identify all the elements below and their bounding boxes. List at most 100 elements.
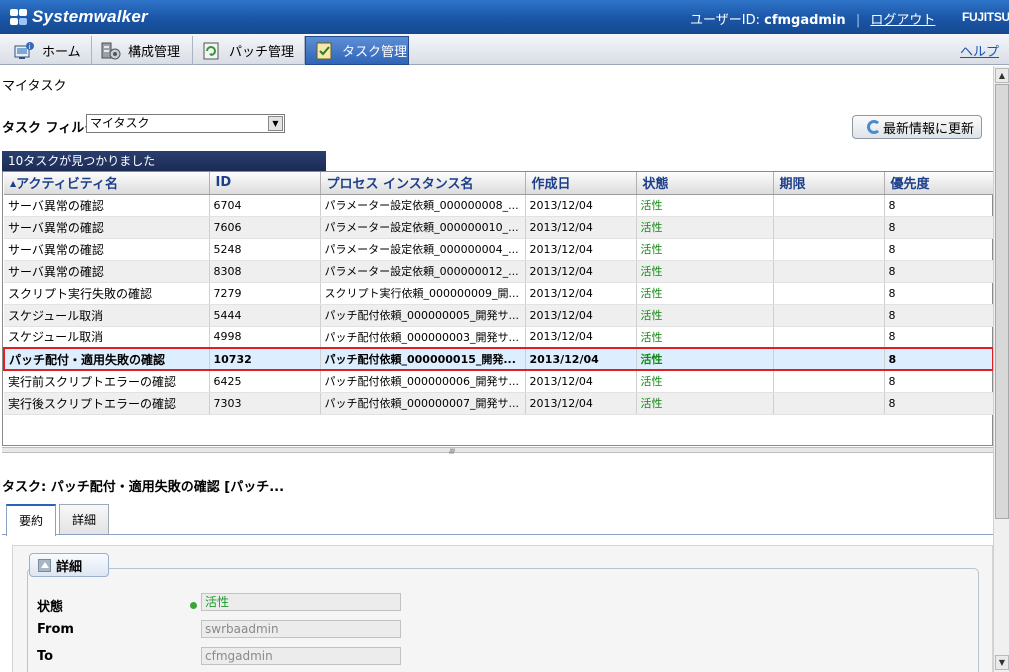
column-header-activity[interactable]: ▲アクティビティ名 <box>4 172 210 195</box>
cell-process: パッチ配付依頼_000000015_開発... <box>320 347 526 371</box>
tab-summary[interactable]: 要約 <box>6 504 56 536</box>
column-header-priority[interactable]: 優先度 <box>884 172 993 195</box>
svg-text:i: i <box>29 43 31 51</box>
cell-id: 7303 <box>209 392 321 415</box>
cell-activity: サーバ異常の確認 <box>4 194 210 217</box>
cell-created: 2013/12/04 <box>525 282 637 305</box>
cell-created: 2013/12/04 <box>525 304 637 327</box>
field-value-from: swrbaadmin <box>201 620 401 638</box>
status-text: 活性 <box>640 199 663 212</box>
divider: | <box>855 13 861 28</box>
cell-process: パラメーター設定依頼_000000012_... <box>320 260 526 283</box>
refresh-button[interactable]: 最新情報に更新 <box>852 115 982 139</box>
detail-fieldset <box>27 568 979 672</box>
table-row[interactable]: パッチ配付・適用失敗の確認 10732 パッチ配付依頼_000000015_開発..… <box>3 347 993 371</box>
cell-status: 活性 <box>636 282 774 305</box>
cell-process: パッチ配付依頼_000000005_開発サ... <box>320 304 526 327</box>
cell-created: 2013/12/04 <box>525 260 637 283</box>
main-content: マイタスク タスク フィルタ マイタスク ▼ 最新情報に更新 10タスクが見つか… <box>0 66 993 672</box>
tab-details[interactable]: 詳細 <box>59 504 109 535</box>
column-header-status[interactable]: 状態 <box>636 172 774 195</box>
cell-created: 2013/12/04 <box>525 326 637 349</box>
tab-task-management[interactable]: タスク管理 <box>305 36 409 65</box>
table-row[interactable]: 実行前スクリプトエラーの確認 6425 パッチ配付依頼_000000006_開発サ.… <box>4 370 993 393</box>
refresh-icon <box>867 120 881 134</box>
cell-status: 活性 <box>636 370 774 393</box>
tab-home-label: ホーム <box>42 45 81 60</box>
scroll-up-icon[interactable]: ▲ <box>995 68 1009 83</box>
cell-process: パッチ配付依頼_000000007_開発サ... <box>320 392 526 415</box>
cell-activity: スケジュール取消 <box>4 304 210 327</box>
cell-status: 活性 <box>636 260 774 283</box>
home-icon: i <box>14 41 36 61</box>
tab-configuration-label: 構成管理 <box>128 45 181 60</box>
cell-id: 4998 <box>209 326 321 349</box>
cell-id: 5248 <box>209 238 321 261</box>
cell-due <box>773 238 885 261</box>
help-link[interactable]: ヘルプ <box>960 41 999 60</box>
cell-activity: サーバ異常の確認 <box>4 216 210 239</box>
main-nav: i ホーム 構成管理 パッチ管理 タスク管理 <box>0 34 1009 65</box>
field-label-from: From <box>37 622 74 637</box>
cell-id: 8308 <box>209 260 321 283</box>
status-text: 活性 <box>640 265 663 278</box>
scrollbar-thumb[interactable] <box>995 84 1009 519</box>
tab-patch[interactable]: パッチ管理 <box>193 36 305 65</box>
table-header-row: ▲アクティビティ名 ID プロセス インスタンス名 作成日 状態 期限 優先度 <box>4 172 993 195</box>
field-value-to: cfmgadmin <box>201 647 401 665</box>
column-header-process[interactable]: プロセス インスタンス名 <box>320 172 526 195</box>
cell-created: 2013/12/04 <box>525 216 637 239</box>
task-count-banner: 10タスクが見つかりました <box>2 151 326 171</box>
detail-panel-body: 詳細 状態 活性 From swrbaadmin To cfmgadmin 日付 <box>12 545 993 672</box>
scroll-down-icon[interactable]: ▼ <box>995 655 1009 670</box>
tab-configuration[interactable]: 構成管理 <box>92 36 193 65</box>
table-row[interactable]: スケジュール取消 4998 パッチ配付依頼_000000003_開発サ... 2013… <box>4 326 993 349</box>
column-header-due[interactable]: 期限 <box>773 172 885 195</box>
cell-id: 5444 <box>209 304 321 327</box>
server-icon <box>100 41 122 61</box>
logout-link[interactable]: ログアウト <box>870 13 935 28</box>
cell-created: 2013/12/04 <box>525 347 637 371</box>
cell-process: パラメーター設定依頼_000000004_... <box>320 238 526 261</box>
user-info: ユーザーID: cfmgadmin | ログアウト <box>690 9 935 28</box>
field-label-to: To <box>37 649 54 664</box>
field-label-status: 状態 <box>37 600 64 615</box>
cell-created: 2013/12/04 <box>525 238 637 261</box>
table-row[interactable]: サーバ異常の確認 7606 パラメーター設定依頼_000000010_... 2013… <box>4 216 993 239</box>
column-header-id[interactable]: ID <box>209 172 321 195</box>
status-text: 活性 <box>640 243 663 256</box>
table-row[interactable]: サーバ異常の確認 5248 パラメーター設定依頼_000000004_... 2013… <box>4 238 993 261</box>
detail-title: タスク: パッチ配付・適用失敗の確認 [パッチ... <box>2 480 285 495</box>
tab-home[interactable]: i ホーム <box>6 36 92 65</box>
cell-priority: 8 <box>884 326 993 349</box>
table-row[interactable]: 実行後スクリプトエラーの確認 7303 パッチ配付依頼_000000007_開発サ.… <box>4 392 993 415</box>
status-text: 活性 <box>640 221 663 234</box>
cell-due <box>773 370 885 393</box>
cell-created: 2013/12/04 <box>525 194 637 217</box>
cell-priority: 8 <box>884 370 993 393</box>
pane-splitter[interactable]: ///// <box>2 447 993 455</box>
task-filter-select[interactable]: マイタスク ▼ <box>86 114 285 133</box>
chevron-down-icon[interactable]: ▼ <box>268 116 283 131</box>
user-label: ユーザーID: <box>690 13 760 28</box>
table-row[interactable]: サーバ異常の確認 6704 パラメーター設定依頼_000000008_... 2013… <box>4 194 993 217</box>
cell-id: 6704 <box>209 194 321 217</box>
cell-status: 活性 <box>636 392 774 415</box>
cell-due <box>773 304 885 327</box>
table-row[interactable]: スケジュール取消 5444 パッチ配付依頼_000000005_開発サ... 2013… <box>4 304 993 327</box>
refresh-button-label: 最新情報に更新 <box>883 121 975 137</box>
tab-patch-label: パッチ管理 <box>229 45 295 60</box>
cell-status: 活性 <box>636 238 774 261</box>
status-text: 活性 <box>640 353 663 366</box>
vertical-scrollbar[interactable]: ▲ ▼ <box>993 66 1009 672</box>
detail-panel: 詳細 状態 活性 From swrbaadmin To cfmgadmin 日付 <box>2 534 993 672</box>
column-header-created[interactable]: 作成日 <box>525 172 637 195</box>
cell-priority: 8 <box>884 392 993 415</box>
cell-due <box>773 326 885 349</box>
status-text: 活性 <box>640 287 663 300</box>
cell-id: 10732 <box>209 347 321 371</box>
cell-due <box>773 216 885 239</box>
table-row[interactable]: スクリプト実行失敗の確認 7279 スクリプト実行依頼_000000009_開...… <box>4 282 993 305</box>
collapse-section-button[interactable]: 詳細 <box>29 553 109 577</box>
table-row[interactable]: サーバ異常の確認 8308 パラメーター設定依頼_000000012_... 2013… <box>4 260 993 283</box>
